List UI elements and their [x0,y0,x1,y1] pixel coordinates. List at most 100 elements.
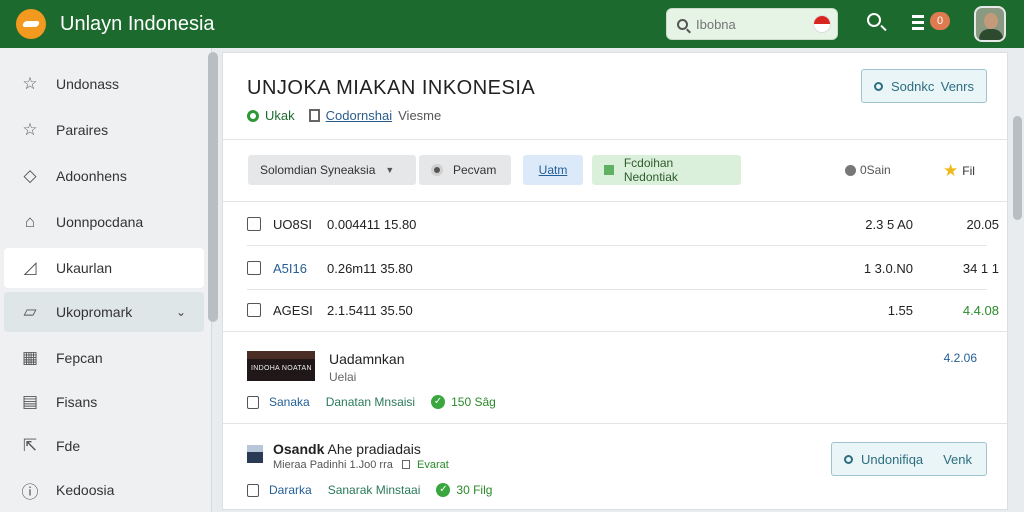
document-icon [308,109,320,122]
record-icon [431,164,443,176]
sidebar-item-uonnpocdana[interactable]: ⌂ Uonnpocdana [4,202,204,242]
divider [223,139,1007,140]
tag-location: Sanarak Minstaai [327,483,421,497]
category-dropdown[interactable]: Solomdian Syneaksia ▼ [248,155,416,185]
tag-icon: ◇ [23,166,37,185]
sidebar-item-label: Ukaurlan [56,260,113,276]
button-label: Undonifiqa [861,451,924,467]
row-total: 4.4.08 [962,302,999,318]
entry-sub-b: Padinhi 1.Jo0 rra [309,459,393,471]
search-view-button[interactable]: Sodnkc Venrs [861,69,987,103]
sidebar-item-fepcan[interactable]: ▦ Fepcan [4,338,204,378]
table-row[interactable]: UO8SI 0.004411 15.80 2.3 5 A0 20.05 [247,209,999,239]
favorites-filter[interactable]: ★ Fil [943,161,975,181]
notifications-list-icon[interactable] [910,12,926,34]
row-total: 34 1 1 [962,260,999,276]
search-icon [677,18,688,30]
sidebar-item-adoonhens[interactable]: ◇ Adoonhens [4,156,204,196]
entry-title[interactable]: Osandk Ahe pradiadais [273,441,421,457]
star-outline-icon: ☆ [22,74,38,93]
entry-title[interactable]: Uadamnkan [329,351,405,367]
tag-category[interactable]: Sanaka [269,395,310,409]
sidebar-item-undonass[interactable]: ☆ Undonass [4,64,204,104]
tag-category[interactable]: Dararka [269,483,312,497]
row-checkbox[interactable] [247,217,261,231]
sort-status[interactable]: 0Sain [845,163,891,177]
row-total: 20.05 [966,216,999,232]
filter-label: Pecvam [453,163,497,177]
badge-icon [401,460,410,469]
row-value: 2.3 5 A0 [865,216,913,232]
row-checkbox[interactable] [247,303,261,317]
user-avatar[interactable] [974,6,1006,42]
sidebar-item-ukaurlan[interactable]: ◿ Ukaurlan [4,248,204,288]
entry-thumbnail[interactable]: INDOHA NOATAN [247,351,315,381]
meta-link[interactable]: Codornshai [326,108,393,123]
status-label: Ukak [265,108,295,123]
filter-label: Uatm [538,163,568,177]
main-panel: UNJOKA MIAKAN INKONESIA Ukak Codornshai … [222,52,1008,510]
program-filter-button[interactable]: Pecvam [419,155,511,185]
favorites-label: Fil [962,164,975,178]
sidebar: ☆ Undonass ☆ Paraires ◇ Adoonhens ⌂ Uonn… [0,48,212,512]
check-icon: ✓ [431,395,446,409]
entry-sub-a: Mieraa [273,459,307,471]
sidebar-item-label: Kedoosia [56,482,115,498]
entry-subtitle: Uelai [329,370,357,384]
sidebar-item-kedoosia[interactable]: ⓘ Kedoosia [4,470,204,510]
entry-title-main: Osandk [273,441,325,457]
main-scrollbar[interactable] [1013,116,1022,220]
thumbnail-caption: INDOHA NOATAN [251,365,312,372]
sidebar-item-label: Paraires [56,122,109,138]
button-label: Sodnkc [891,78,935,94]
chevron-down-icon: ▼ [385,165,395,175]
divider [247,245,987,246]
page-title: UNJOKA MIAKAN INKONESIA [247,77,536,99]
sidebar-item-fde[interactable]: ⇱ Fde [4,426,204,466]
chevron-down-icon[interactable]: ⌄ [176,305,186,319]
app-logo-icon[interactable] [16,9,46,39]
entry-title-rest: Ahe pradiadais [327,441,421,457]
sidebar-item-label: Fisans [56,394,98,410]
notification-badge[interactable]: 0 [930,12,950,30]
clock-icon [845,164,856,176]
divider [247,289,987,290]
button-secondary-label: Venrs [940,78,974,94]
search-icon [844,454,853,464]
entry-action-button[interactable]: Undonifiqa Venk [831,442,987,476]
sidebar-item-ukopromark[interactable]: ▱ Ukopromark ⌄ [4,292,204,332]
sidebar-item-label: Fde [56,438,81,454]
active-filter-button[interactable]: Uatm [523,155,583,185]
bookmark-icon[interactable] [247,395,259,409]
star-icon: ★ [943,161,959,180]
row-checkbox[interactable] [247,261,261,275]
row-value: 1 3.0.N0 [863,260,913,276]
table-row[interactable]: AGESI 2.1.5411 35.50 1.55 4.4.08 [247,295,999,325]
document-icon: ▤ [21,392,39,411]
sidebar-item-paraires[interactable]: ☆ Paraires [4,110,204,150]
sidebar-item-fisans[interactable]: ▤ Fisans [4,382,204,422]
entry-image[interactable] [247,445,263,463]
entry-tags: Sanaka Danatan Mnsaisi ✓ 150 Sâg [247,395,496,409]
row-code: AGESI [273,302,313,318]
dropdown-value: Solomdian Syneaksia [260,163,376,177]
search-box[interactable] [666,8,838,40]
green-filter-button[interactable]: Fcdoihan Nedontiak [592,155,741,185]
indonesia-flag-icon[interactable] [813,15,831,33]
sidebar-item-label: Adoonhens [56,168,127,184]
entry-subtitle: Mieraa Padinhi 1.Jo0 rra Evarat [273,459,449,471]
entry-tags: Dararka Sanarak Minstaai ✓ 30 Filg [247,483,492,497]
search-input[interactable] [696,16,806,32]
filter-label: Fcdoihan Nedontiak [623,156,678,184]
calendar-icon: ▦ [21,348,39,367]
row-code: UO8SI [273,216,313,232]
sidebar-scrollbar[interactable] [208,52,218,322]
chart-icon: ◿ [23,258,37,277]
toolbar-search-icon[interactable] [866,12,888,34]
sidebar-item-label: Fepcan [56,350,103,366]
tag-location: Danatan Mnsaisi [325,395,416,409]
row-code[interactable]: A5I16 [273,261,327,276]
bookmark-icon[interactable] [247,483,259,497]
row-value: 1.55 [887,302,913,318]
table-row[interactable]: A5I16 0.26m11 35.80 1 3.0.N0 34 1 1 [247,253,999,283]
